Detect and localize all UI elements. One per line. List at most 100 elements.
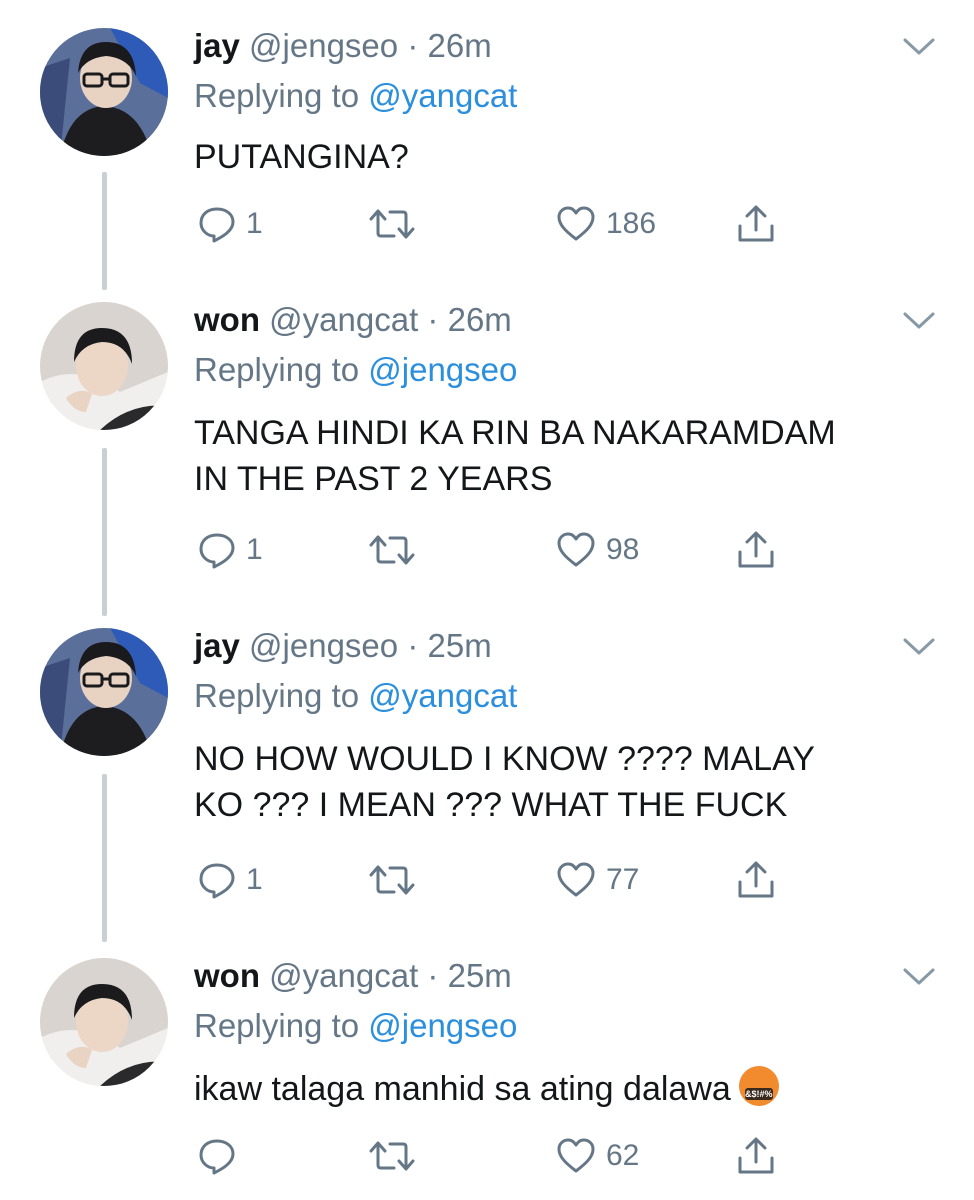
reply-count: 1 [246,207,263,240]
timestamp[interactable]: 25m [448,957,512,994]
display-name[interactable]: jay [194,27,240,64]
won-avatar-image [40,958,168,1086]
heart-icon [557,532,595,567]
user-handle[interactable]: @yangcat [269,957,418,994]
share-button[interactable] [736,1134,776,1178]
replying-to: Replying to @jengseo [194,350,517,390]
user-handle[interactable]: @jengseo [249,627,398,664]
like-count: 98 [606,533,640,566]
tweet-header: won @yangcat · 26m [194,300,512,340]
like-count: 77 [606,863,640,896]
reply-button[interactable] [198,1134,246,1178]
user-handle[interactable]: @jengseo [249,27,398,64]
replying-to: Replying to @yangcat [194,76,517,116]
replying-label: Replying to [194,351,369,388]
won-avatar-image [40,302,168,430]
mention-link[interactable]: @jengseo [368,1007,517,1044]
tweet-text-line: PUTANGINA? [194,138,409,176]
reply-count: 1 [246,863,263,896]
tweet[interactable]: won @yangcat · 26m Replying to @jengseo … [0,300,974,630]
retweet-icon [369,209,415,239]
separator-dot: · [427,301,439,338]
replying-label: Replying to [194,677,369,714]
display-name[interactable]: won [194,301,260,338]
avatar[interactable] [40,28,168,156]
reply-icon [199,1139,235,1175]
tweet-text-content: ikaw talaga manhid sa ating dalawa [194,1070,731,1108]
separator-dot: · [407,627,419,664]
replying-to: Replying to @yangcat [194,676,517,716]
replying-label: Replying to [194,1007,369,1044]
timestamp[interactable]: 25m [428,627,492,664]
like-count: 62 [606,1139,640,1172]
like-button[interactable]: 62 [556,1134,639,1178]
reply-button[interactable]: 1 [198,528,263,572]
tweet-header: jay @jengseo · 25m [194,626,492,666]
jay-avatar-image [40,628,168,756]
tweet-actions: 62 [194,1134,814,1178]
share-icon [738,531,774,568]
tweet-text-line: NO HOW WOULD I KNOW ???? MALAY [194,740,815,778]
tweet-text: PUTANGINA? [194,134,934,180]
thread-connector [102,774,107,942]
tweet[interactable]: won @yangcat · 25m Replying to @jengseo … [0,956,974,1200]
reply-icon [199,863,235,899]
retweet-button[interactable] [368,528,426,572]
thread-connector [102,172,107,290]
display-name[interactable]: won [194,957,260,994]
retweet-button[interactable] [368,1134,426,1178]
cursing-face-emoji-icon: &$!#% [738,1066,779,1106]
reply-button[interactable]: 1 [198,858,263,902]
share-button[interactable] [736,858,776,902]
heart-icon [557,206,595,241]
reply-count: 1 [246,533,263,566]
tweet-text-line: IN THE PAST 2 YEARS [194,460,553,498]
share-icon [738,1137,774,1174]
retweet-icon [369,535,415,565]
display-name[interactable]: jay [194,627,240,664]
avatar[interactable] [40,302,168,430]
chevron-down-icon[interactable] [902,966,936,988]
like-button[interactable]: 98 [556,528,639,572]
retweet-icon [369,865,415,895]
retweet-button[interactable] [368,858,426,902]
timestamp[interactable]: 26m [428,27,492,64]
jay-avatar-image [40,28,168,156]
chevron-down-icon[interactable] [902,636,936,658]
tweet-actions: 1 98 [194,528,814,572]
retweet-icon [369,1141,415,1171]
reply-button[interactable]: 1 [198,202,263,246]
retweet-button[interactable] [368,202,426,246]
reply-icon [199,207,235,243]
reply-icon [199,533,235,569]
tweet[interactable]: jay @jengseo · 26m Replying to @yangcat … [0,0,974,310]
tweet-actions: 1 77 [194,858,814,902]
separator-dot: · [427,957,439,994]
like-button[interactable]: 77 [556,858,639,902]
avatar[interactable] [40,628,168,756]
like-button[interactable]: 186 [556,202,656,246]
share-button[interactable] [736,528,776,572]
tweet-text: TANGA HINDI KA RIN BA NAKARAMDAM IN THE … [194,410,934,502]
tweet[interactable]: jay @jengseo · 25m Replying to @yangcat … [0,626,974,956]
mention-link[interactable]: @yangcat [368,677,517,714]
tweet-text: NO HOW WOULD I KNOW ???? MALAY KO ??? I … [194,736,934,828]
replying-label: Replying to [194,77,369,114]
tweet-text-line: TANGA HINDI KA RIN BA NAKARAMDAM [194,414,836,452]
tweet-text: ikaw talaga manhid sa ating dalawa &$!#% [194,1066,934,1112]
chevron-down-icon[interactable] [902,36,936,58]
chevron-down-icon[interactable] [902,310,936,332]
avatar[interactable] [40,958,168,1086]
user-handle[interactable]: @yangcat [269,301,418,338]
timestamp[interactable]: 26m [448,301,512,338]
mention-link[interactable]: @yangcat [368,77,517,114]
thread-connector [102,448,107,616]
emoji-symbols: &$!#% [744,1088,773,1100]
separator-dot: · [407,27,419,64]
mention-link[interactable]: @jengseo [368,351,517,388]
share-button[interactable] [736,202,776,246]
tweet-text-line: KO ??? I MEAN ??? WHAT THE FUCK [194,786,788,824]
share-icon [738,861,774,898]
tweet-header: jay @jengseo · 26m [194,26,492,66]
share-icon [738,205,774,242]
